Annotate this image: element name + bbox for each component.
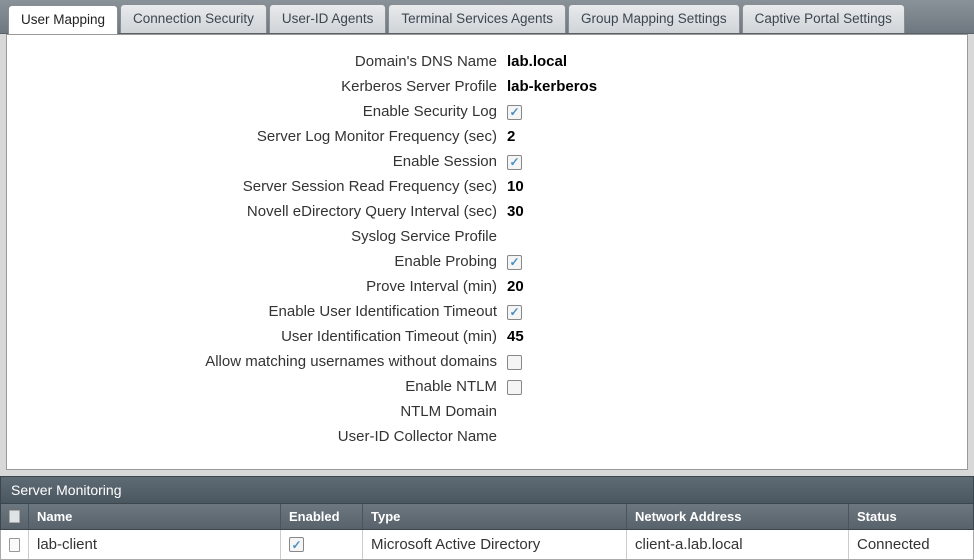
row-user-id-timeout-min: User Identification Timeout (min) 45 xyxy=(17,326,957,348)
tabs-bar: User Mapping Connection Security User-ID… xyxy=(0,0,974,34)
checkbox-icon xyxy=(9,538,20,552)
cell-enabled xyxy=(281,530,363,559)
cell-network-address: client-a.lab.local xyxy=(627,530,849,559)
row-user-id-collector-name: User-ID Collector Name xyxy=(17,426,957,448)
header-enabled[interactable]: Enabled xyxy=(281,504,363,529)
user-mapping-panel: Domain's DNS Name lab.local Kerberos Ser… xyxy=(6,34,968,470)
row-enable-user-id-timeout: Enable User Identification Timeout xyxy=(17,301,957,323)
row-server-session-read-freq: Server Session Read Frequency (sec) 10 xyxy=(17,176,957,198)
table-row[interactable]: lab-client Microsoft Active Directory cl… xyxy=(0,530,974,560)
row-select-checkbox[interactable] xyxy=(1,530,29,559)
server-monitoring-table-header: Name Enabled Type Network Address Status xyxy=(0,504,974,530)
value-prove-interval: 20 xyxy=(507,276,524,298)
checkbox-enable-ntlm[interactable] xyxy=(507,380,522,395)
row-server-log-monitor-freq: Server Log Monitor Frequency (sec) 2 xyxy=(17,126,957,148)
checkbox-enable-user-id-timeout[interactable] xyxy=(507,305,522,320)
row-novell-edir-interval: Novell eDirectory Query Interval (sec) 3… xyxy=(17,201,957,223)
label-enable-probing: Enable Probing xyxy=(17,251,507,273)
label-enable-session: Enable Session xyxy=(17,151,507,173)
header-name[interactable]: Name xyxy=(29,504,281,529)
checkbox-allow-matching-usernames[interactable] xyxy=(507,355,522,370)
header-type[interactable]: Type xyxy=(363,504,627,529)
cell-type: Microsoft Active Directory xyxy=(363,530,627,559)
label-prove-interval: Prove Interval (min) xyxy=(17,276,507,298)
tab-user-id-agents[interactable]: User-ID Agents xyxy=(269,4,387,33)
row-domain-dns-name: Domain's DNS Name lab.local xyxy=(17,51,957,73)
checkbox-icon xyxy=(9,510,20,523)
row-prove-interval: Prove Interval (min) 20 xyxy=(17,276,957,298)
label-server-session-read-freq: Server Session Read Frequency (sec) xyxy=(17,176,507,198)
value-user-id-timeout-min: 45 xyxy=(507,326,524,348)
tab-connection-security[interactable]: Connection Security xyxy=(120,4,267,33)
label-syslog-service-profile: Syslog Service Profile xyxy=(17,226,507,248)
tab-user-mapping[interactable]: User Mapping xyxy=(8,5,118,34)
value-novell-edir-interval: 30 xyxy=(507,201,524,223)
label-user-id-timeout-min: User Identification Timeout (min) xyxy=(17,326,507,348)
tab-group-mapping-settings[interactable]: Group Mapping Settings xyxy=(568,4,740,33)
label-allow-matching-usernames: Allow matching usernames without domains xyxy=(17,351,507,373)
value-domain-dns-name: lab.local xyxy=(507,51,567,73)
cell-name[interactable]: lab-client xyxy=(29,530,281,559)
tab-terminal-services-agents[interactable]: Terminal Services Agents xyxy=(388,4,566,33)
row-kerberos-profile: Kerberos Server Profile lab-kerberos xyxy=(17,76,957,98)
checkbox-enable-security-log[interactable] xyxy=(507,105,522,120)
row-enable-ntlm: Enable NTLM xyxy=(17,376,957,398)
row-enable-session: Enable Session xyxy=(17,151,957,173)
header-status[interactable]: Status xyxy=(849,504,973,529)
label-kerberos-profile: Kerberos Server Profile xyxy=(17,76,507,98)
row-syslog-service-profile: Syslog Service Profile xyxy=(17,226,957,248)
label-enable-security-log: Enable Security Log xyxy=(17,101,507,123)
cell-status: Connected xyxy=(849,530,973,559)
label-enable-user-id-timeout: Enable User Identification Timeout xyxy=(17,301,507,323)
tab-captive-portal-settings[interactable]: Captive Portal Settings xyxy=(742,4,905,33)
value-server-log-monitor-freq: 2 xyxy=(507,126,515,148)
header-select-all[interactable] xyxy=(1,504,29,529)
header-network-address[interactable]: Network Address xyxy=(627,504,849,529)
server-monitoring-header: Server Monitoring xyxy=(0,476,974,504)
checkbox-enable-session[interactable] xyxy=(507,155,522,170)
label-server-log-monitor-freq: Server Log Monitor Frequency (sec) xyxy=(17,126,507,148)
checkbox-row-enabled[interactable] xyxy=(289,537,304,552)
label-enable-ntlm: Enable NTLM xyxy=(17,376,507,398)
label-novell-edir-interval: Novell eDirectory Query Interval (sec) xyxy=(17,201,507,223)
label-user-id-collector-name: User-ID Collector Name xyxy=(17,426,507,448)
value-server-session-read-freq: 10 xyxy=(507,176,524,198)
label-ntlm-domain: NTLM Domain xyxy=(17,401,507,423)
row-enable-security-log: Enable Security Log xyxy=(17,101,957,123)
row-ntlm-domain: NTLM Domain xyxy=(17,401,957,423)
value-kerberos-profile: lab-kerberos xyxy=(507,76,597,98)
checkbox-enable-probing[interactable] xyxy=(507,255,522,270)
label-domain-dns-name: Domain's DNS Name xyxy=(17,51,507,73)
row-allow-matching-usernames: Allow matching usernames without domains xyxy=(17,351,957,373)
row-enable-probing: Enable Probing xyxy=(17,251,957,273)
